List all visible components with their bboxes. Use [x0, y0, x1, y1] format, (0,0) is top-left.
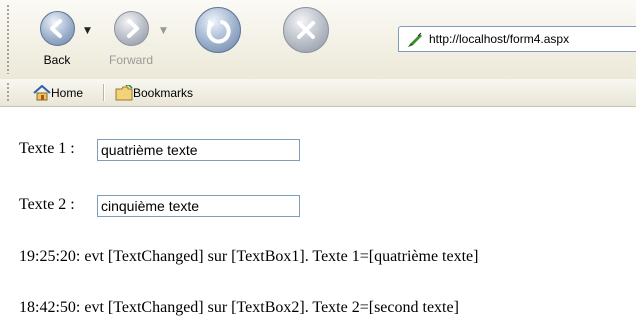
address-bar[interactable]: http://localhost/form4.aspx	[398, 26, 636, 52]
reload-icon	[195, 7, 241, 53]
texte1-input[interactable]: quatrième texte	[97, 139, 300, 161]
texte2-input[interactable]: cinquième texte	[97, 195, 300, 217]
address-url: http://localhost/form4.aspx	[429, 32, 570, 46]
home-label: Home	[51, 86, 84, 100]
forward-dropdown-icon[interactable]: ▼	[160, 26, 167, 36]
navigation-toolbar: Back ▼ Forward ▼ http://localhost/form4.…	[0, 0, 636, 80]
bookmarks-link[interactable]: Bookmarks	[115, 83, 205, 103]
log-line: 18:42:50: evt [TextChanged] sur [TextBox…	[19, 299, 459, 316]
arrow-right-icon	[114, 11, 149, 46]
arrow-left-icon	[40, 11, 75, 46]
stop-icon	[283, 7, 329, 53]
forward-label: Forward	[108, 53, 153, 67]
page-content: Texte 1 : quatrième texte Texte 2 : cinq…	[0, 107, 636, 324]
back-label: Back	[43, 53, 71, 67]
home-link[interactable]: Home	[33, 83, 95, 103]
bookmarks-toolbar: Home Bookmarks	[0, 79, 636, 107]
field1-label: Texte 1 :	[19, 140, 75, 157]
bookmarks-folder-icon	[115, 85, 133, 101]
bookmarks-label: Bookmarks	[133, 86, 194, 100]
stop-button[interactable]	[274, 7, 336, 73]
page-icon	[408, 32, 422, 47]
back-dropdown-icon[interactable]: ▼	[84, 26, 91, 36]
field2-label: Texte 2 :	[19, 196, 75, 213]
forward-button[interactable]: Forward	[100, 7, 162, 73]
back-button[interactable]: Back	[26, 7, 88, 73]
home-icon	[33, 85, 51, 101]
nav-row: Back ▼ Forward ▼ http://localhost/form4.…	[0, 0, 636, 76]
links-grip[interactable]	[6, 82, 10, 103]
log-line: 19:25:20: evt [TextChanged] sur [TextBox…	[19, 248, 479, 265]
reload-button[interactable]	[186, 7, 248, 73]
links-separator	[103, 84, 105, 101]
